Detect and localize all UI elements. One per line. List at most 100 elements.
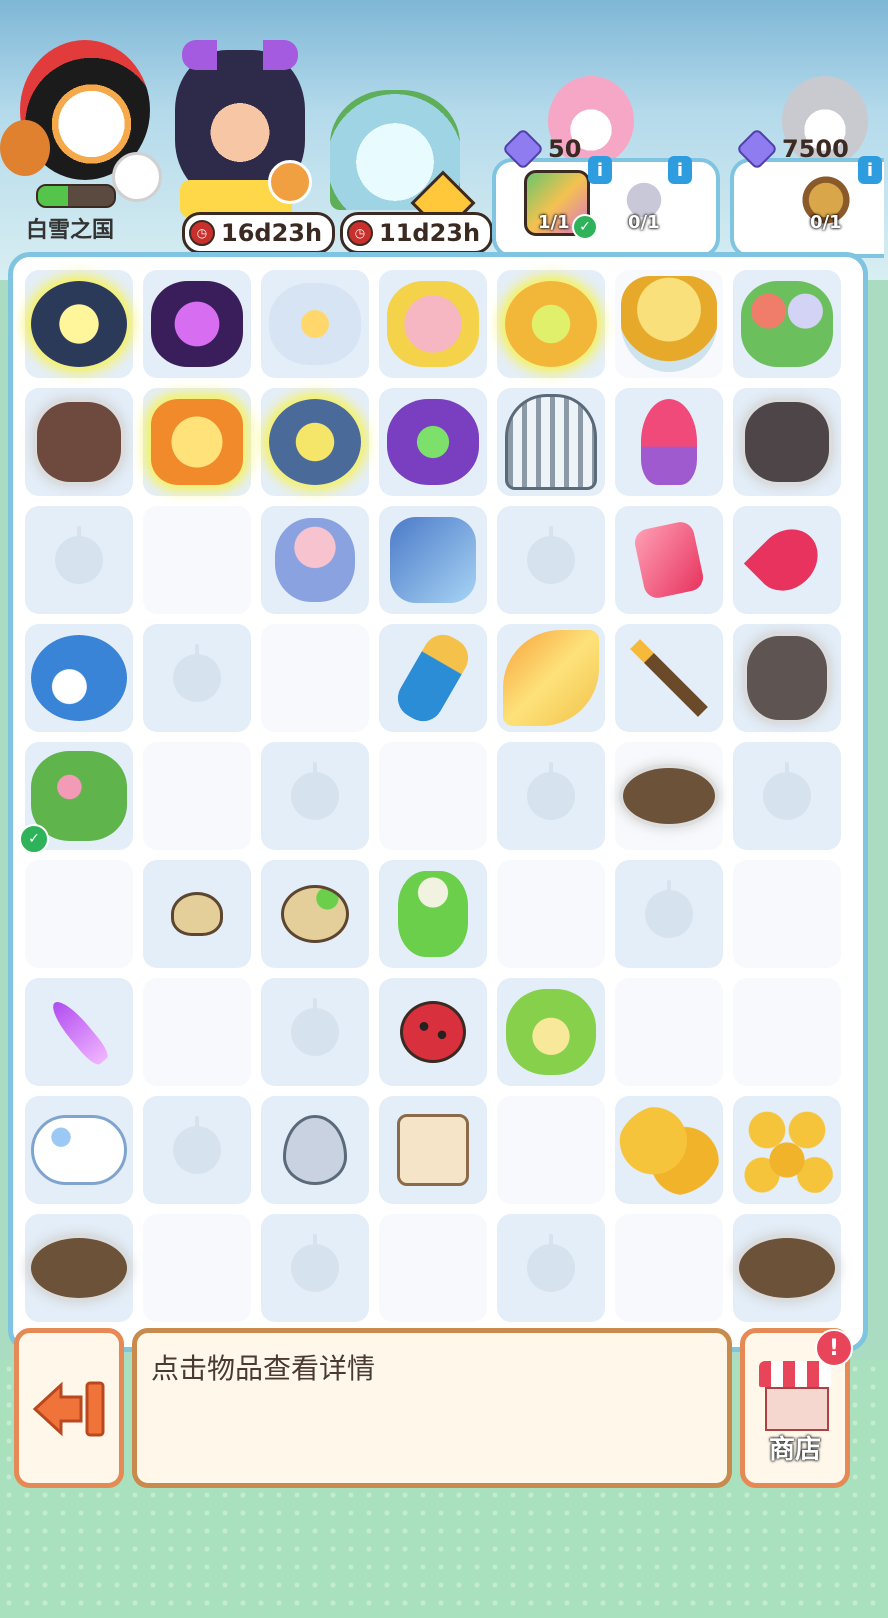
board-cell-empty[interactable]: [733, 860, 841, 968]
arrow-quiver-item[interactable]: [390, 627, 476, 729]
pink-gem-drop-item[interactable]: [743, 516, 831, 604]
board-cell-empty[interactable]: [379, 1214, 487, 1322]
board-cell[interactable]: [733, 270, 841, 378]
board-cell[interactable]: [733, 624, 841, 732]
silver-cage-item[interactable]: [505, 394, 597, 490]
pink-tulip-item[interactable]: [641, 399, 697, 485]
quest1-info-icon[interactable]: i: [588, 156, 612, 184]
blue-mirror-item[interactable]: [269, 399, 361, 485]
board-cell-empty[interactable]: [25, 506, 133, 614]
board-cell-empty[interactable]: [25, 860, 133, 968]
webbed-eagle-item[interactable]: [745, 402, 829, 482]
board-cell-empty[interactable]: [733, 742, 841, 850]
board-cell[interactable]: [379, 978, 487, 1086]
gold-swirl-item[interactable]: [505, 281, 597, 367]
deer-plush-item[interactable]: [387, 281, 479, 367]
board-cell[interactable]: [379, 388, 487, 496]
flower-bud-item[interactable]: [398, 871, 468, 957]
purple-ritual-item[interactable]: [151, 281, 243, 367]
seed-item[interactable]: [171, 892, 223, 936]
board-cell[interactable]: [379, 270, 487, 378]
board-cell[interactable]: [379, 860, 487, 968]
board-cell[interactable]: [733, 1214, 841, 1322]
board-cell-empty[interactable]: [261, 742, 369, 850]
board-cell[interactable]: [497, 978, 605, 1086]
purple-crystal-item[interactable]: [46, 995, 112, 1069]
frog-item[interactable]: [506, 989, 596, 1075]
bunny-fairy-item[interactable]: [275, 518, 355, 602]
board-cell[interactable]: [261, 388, 369, 496]
pink-crystal-item[interactable]: [632, 519, 706, 601]
board-cell-empty[interactable]: [497, 1214, 605, 1322]
webbed-rooster-item[interactable]: [37, 402, 121, 482]
board-cell-empty[interactable]: [143, 742, 251, 850]
board-cell-empty[interactable]: [615, 1214, 723, 1322]
coin-pile-item[interactable]: [737, 1100, 837, 1200]
board-cell-empty[interactable]: [497, 506, 605, 614]
board-cell-empty[interactable]: [497, 742, 605, 850]
board-cell-empty[interactable]: [497, 860, 605, 968]
webbed-bird-nest-item[interactable]: [739, 1238, 835, 1298]
quest1-info-icon-2[interactable]: i: [668, 156, 692, 184]
board-cell[interactable]: [25, 270, 133, 378]
board-cell[interactable]: [733, 1096, 841, 1204]
board-cell[interactable]: [615, 506, 723, 614]
board-cell[interactable]: [615, 270, 723, 378]
sparkle-cloud-item[interactable]: [31, 281, 127, 367]
two-coins-item[interactable]: [617, 1104, 721, 1196]
green-swirl-item[interactable]: [387, 399, 479, 485]
board-cell[interactable]: [497, 270, 605, 378]
sprout-item[interactable]: [281, 885, 349, 943]
board-cell[interactable]: [615, 388, 723, 496]
quest2-info-icon[interactable]: i: [858, 156, 882, 184]
board-cell-empty[interactable]: [143, 506, 251, 614]
gold-crown-item[interactable]: [621, 276, 717, 372]
board-cell[interactable]: [261, 506, 369, 614]
webbed-bird-nest-item[interactable]: [31, 1238, 127, 1298]
ladybug-item[interactable]: [400, 1001, 466, 1063]
board-cell-empty[interactable]: [261, 1214, 369, 1322]
gold-arrow-item[interactable]: [630, 639, 708, 717]
board-cell-empty[interactable]: [261, 624, 369, 732]
board-cell[interactable]: [615, 742, 723, 850]
webbed-bow-item[interactable]: [747, 636, 827, 720]
board-cell[interactable]: [733, 388, 841, 496]
board-cell-empty[interactable]: [143, 624, 251, 732]
board-cell-empty[interactable]: [143, 1096, 251, 1204]
board-cell-empty[interactable]: [733, 978, 841, 1086]
board-cell[interactable]: [615, 1096, 723, 1204]
flower-bouquet-item[interactable]: [741, 281, 833, 367]
board-cell[interactable]: [379, 1096, 487, 1204]
board-cell-empty[interactable]: [615, 978, 723, 1086]
blue-dolphin-item[interactable]: [31, 635, 127, 721]
orange-treasure-item[interactable]: [151, 399, 243, 485]
board-cell[interactable]: [733, 506, 841, 614]
board-cell-empty[interactable]: [615, 860, 723, 968]
sugar-cube-item[interactable]: [397, 1114, 469, 1186]
board-cell-empty[interactable]: [379, 742, 487, 850]
board-cell-empty[interactable]: [143, 1214, 251, 1322]
board-cell[interactable]: [25, 1214, 133, 1322]
board-cell[interactable]: [261, 1096, 369, 1204]
board-cell[interactable]: [497, 624, 605, 732]
board-cell[interactable]: [143, 388, 251, 496]
board-cell[interactable]: ✓: [19, 742, 133, 854]
exit-button[interactable]: [14, 1328, 124, 1488]
board-cell-empty[interactable]: [143, 978, 251, 1086]
board-cell[interactable]: [379, 506, 487, 614]
board-cell[interactable]: [25, 1096, 133, 1204]
board-cell[interactable]: [615, 624, 723, 732]
board-cell[interactable]: [143, 860, 251, 968]
golden-wing-item[interactable]: [503, 630, 599, 726]
heart-lock-item[interactable]: [283, 1115, 347, 1185]
board-cell[interactable]: [25, 388, 133, 496]
blue-glass-shoe-item[interactable]: [390, 517, 476, 603]
board-cell-empty[interactable]: [497, 1096, 605, 1204]
board-cell[interactable]: [25, 978, 133, 1086]
green-crocodile-item[interactable]: [31, 751, 127, 841]
board-cell-empty[interactable]: [261, 978, 369, 1086]
board-cell[interactable]: [261, 860, 369, 968]
cloud-item[interactable]: [31, 1115, 127, 1185]
board-cell[interactable]: [261, 270, 369, 378]
ice-flower-item[interactable]: [269, 283, 361, 365]
